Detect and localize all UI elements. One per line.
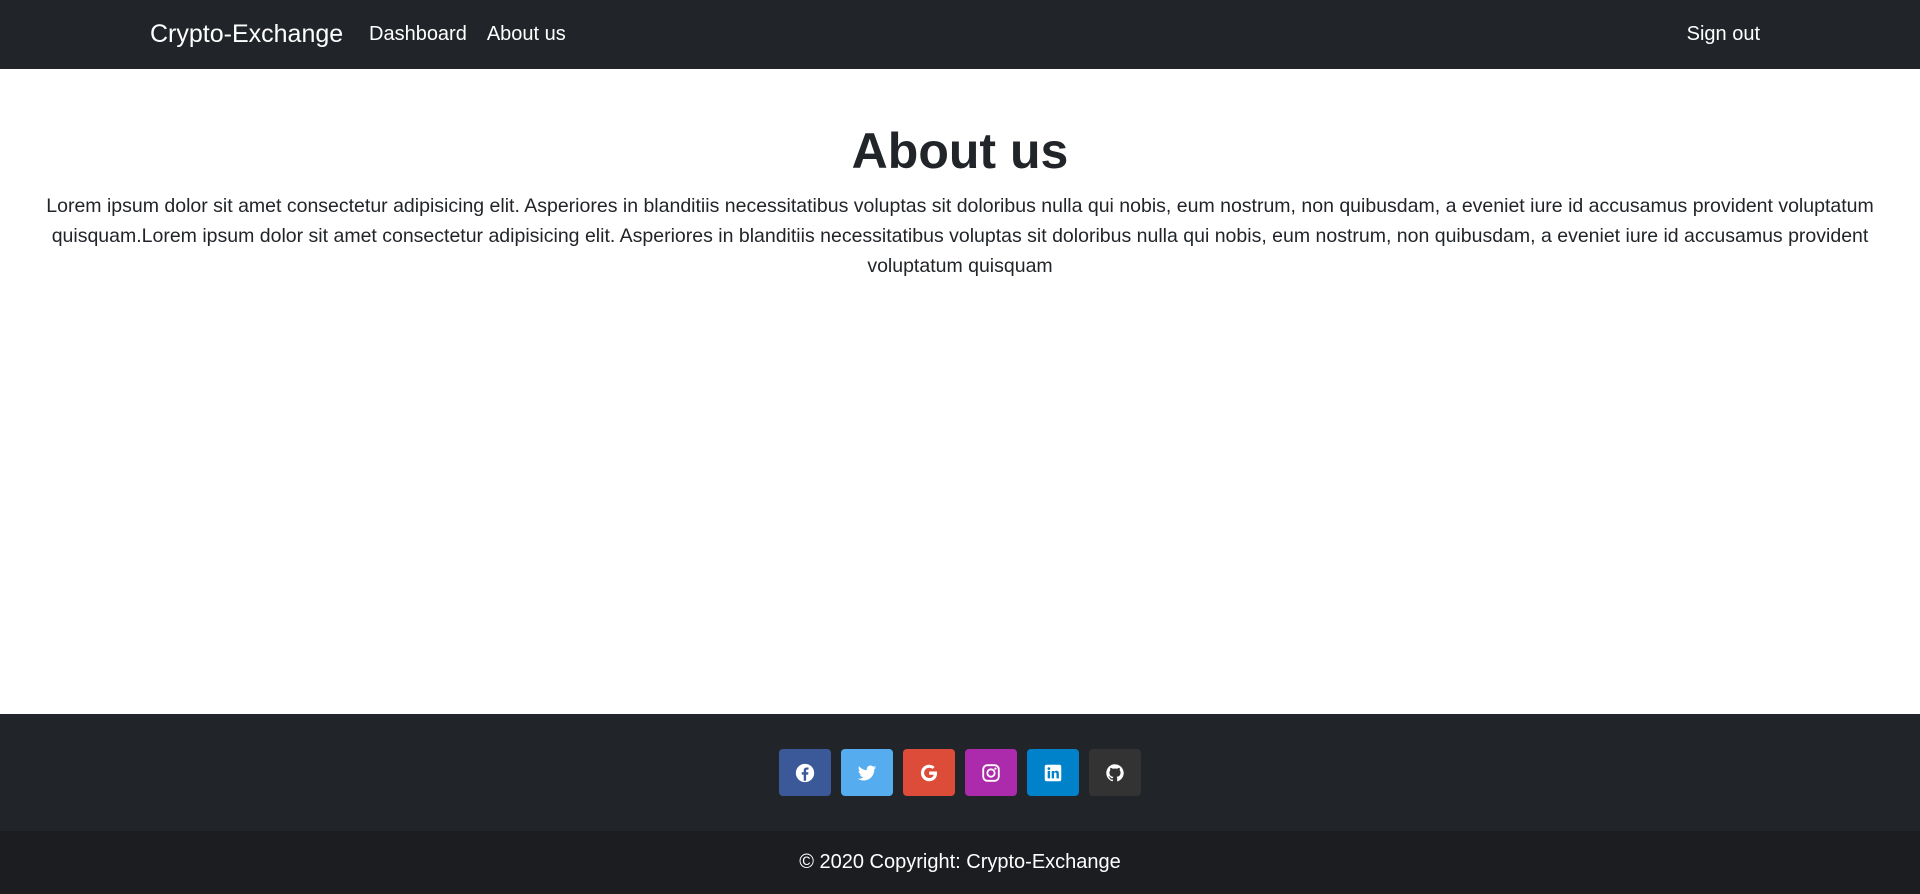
instagram-button[interactable] [965, 749, 1017, 796]
social-footer [0, 714, 1920, 831]
main-content: About us Lorem ipsum dolor sit amet cons… [0, 69, 1920, 714]
sign-out-link[interactable]: Sign out [1687, 0, 1760, 69]
twitter-button[interactable] [841, 749, 893, 796]
google-button[interactable] [903, 749, 955, 796]
copyright-text: © 2020 Copyright: Crypto-Exchange [799, 851, 1121, 873]
instagram-icon [982, 763, 1000, 782]
brand-link[interactable]: Crypto-Exchange [150, 0, 343, 69]
twitter-icon [857, 765, 877, 780]
linkedin-button[interactable] [1027, 749, 1079, 796]
nav-links: Dashboard About us [369, 0, 566, 69]
about-text: Lorem ipsum dolor sit amet consectetur a… [46, 195, 1874, 277]
linkedin-icon [1044, 764, 1062, 781]
facebook-button[interactable] [779, 749, 831, 796]
page-title: About us [851, 123, 1069, 179]
top-navbar: Crypto-Exchange Dashboard About us Sign … [0, 0, 1920, 69]
nav-link-dashboard[interactable]: Dashboard [369, 23, 467, 46]
google-icon [920, 764, 938, 781]
facebook-icon [795, 763, 815, 782]
github-icon [1106, 763, 1124, 781]
copyright-bar: © 2020 Copyright: Crypto-Exchange [0, 831, 1920, 894]
github-button[interactable] [1089, 749, 1141, 796]
nav-link-about-us[interactable]: About us [487, 23, 566, 46]
